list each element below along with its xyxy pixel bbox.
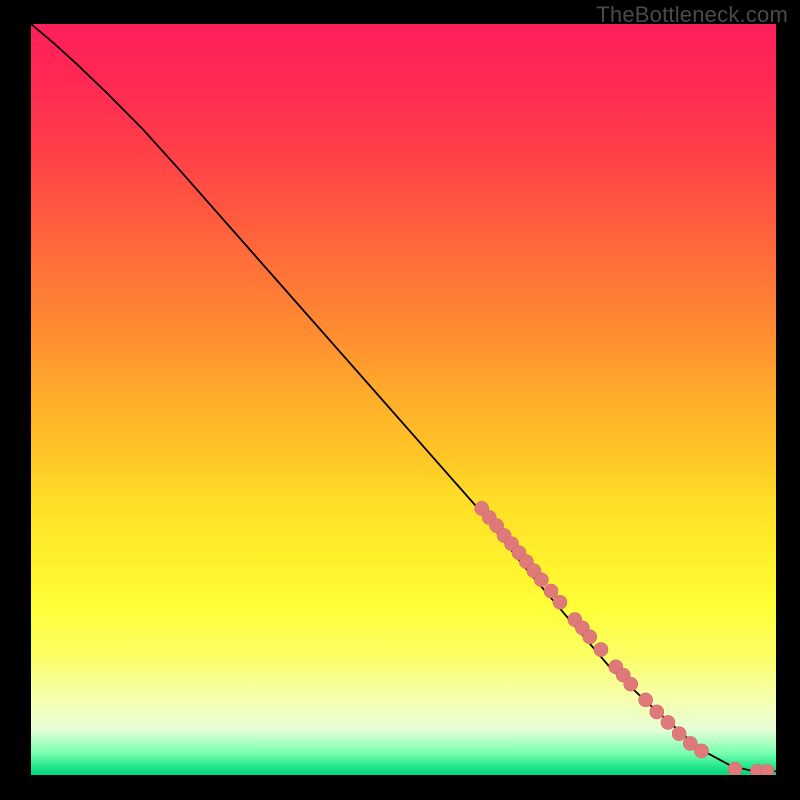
curve-line	[31, 24, 776, 771]
marker-dot	[624, 677, 638, 691]
marker-dot	[728, 762, 742, 775]
marker-dot	[583, 630, 597, 644]
marker-dot	[661, 715, 675, 729]
plot-area	[31, 24, 776, 775]
marker-dot	[544, 584, 558, 598]
marker-dot	[672, 727, 686, 741]
marker-dot	[760, 764, 774, 775]
marker-dot	[594, 643, 608, 657]
marker-dot	[639, 693, 653, 707]
plot-svg	[31, 24, 776, 775]
marker-dot	[695, 744, 709, 758]
watermark-label: TheBottleneck.com	[596, 2, 788, 28]
marker-dot	[553, 595, 567, 609]
marker-dot	[650, 705, 664, 719]
chart-frame: TheBottleneck.com	[0, 0, 800, 800]
marker-dot	[534, 573, 548, 587]
markers-group	[475, 501, 774, 775]
